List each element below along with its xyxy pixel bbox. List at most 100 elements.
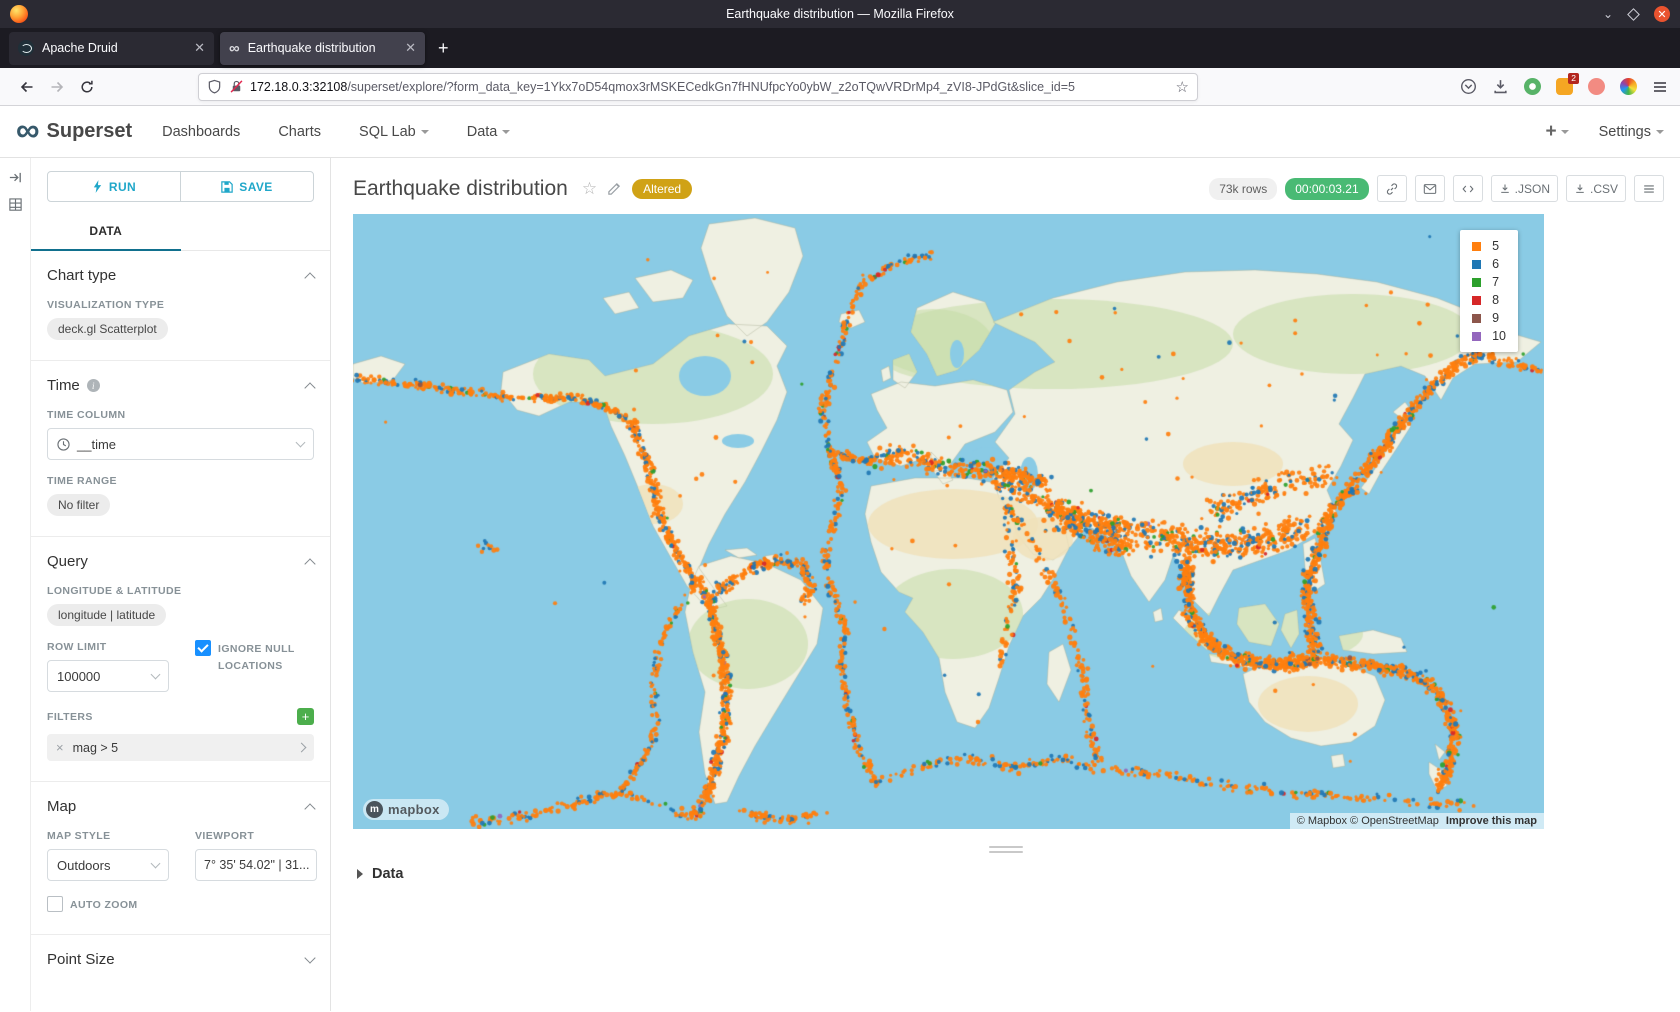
rows-count-badge: 73k rows [1209, 178, 1277, 200]
legend-item[interactable]: 8 [1472, 293, 1506, 307]
mapbox-logo[interactable]: mapbox [363, 799, 449, 820]
chevron-up-icon [304, 272, 315, 283]
superset-logo-icon: ∞ [16, 113, 40, 146]
export-csv-label: .CSV [1590, 182, 1618, 196]
legend-item[interactable]: 5 [1472, 239, 1506, 253]
auto-zoom-label: AUTO ZOOM [70, 897, 138, 914]
nav-item-sql-lab[interactable]: SQL Lab [359, 124, 429, 140]
save-button[interactable]: SAVE [180, 171, 314, 202]
ignore-null-checkbox[interactable] [195, 640, 211, 656]
browser-toolbar: 172.18.0.3:32108/superset/explore/?form_… [0, 68, 1680, 106]
superset-brand[interactable]: ∞ Superset [16, 117, 132, 146]
chart-menu-button[interactable] [1634, 175, 1664, 202]
nav-item-label: Charts [278, 124, 321, 140]
shield-icon[interactable] [207, 79, 222, 94]
export-csv-button[interactable]: .CSV [1566, 175, 1626, 202]
altered-badge[interactable]: Altered [632, 179, 692, 199]
add-filter-button[interactable] [297, 708, 314, 725]
section-title: Query [47, 553, 88, 570]
remove-filter-icon[interactable] [56, 740, 64, 755]
viewport-value[interactable]: 7° 35' 54.02" | 31... [195, 849, 317, 881]
tab-close-icon[interactable]: ✕ [405, 40, 416, 56]
url-text[interactable]: 172.18.0.3:32108/superset/explore/?form_… [250, 80, 1170, 94]
edit-properties-icon[interactable] [607, 181, 622, 196]
map-style-select[interactable]: Outdoors [47, 849, 169, 881]
resize-drag-handle[interactable] [989, 846, 1023, 853]
extension-badge: 2 [1568, 73, 1579, 84]
share-link-button[interactable] [1377, 175, 1407, 202]
legend-item[interactable]: 9 [1472, 311, 1506, 325]
back-button[interactable] [12, 73, 42, 101]
run-button[interactable]: RUN [47, 171, 181, 202]
dataset-grid-icon[interactable] [8, 197, 23, 212]
pocket-icon[interactable] [1460, 78, 1477, 95]
tab-close-icon[interactable]: ✕ [194, 40, 205, 56]
auto-zoom-row[interactable]: AUTO ZOOM [47, 896, 314, 914]
browser-tab-druid[interactable]: Apache Druid ✕ [9, 32, 214, 65]
extension-icon-pinwheel[interactable] [1620, 78, 1637, 95]
row-limit-select[interactable]: 100000 [47, 660, 169, 692]
improve-map-link[interactable]: Improve this map [1446, 815, 1537, 827]
insecure-lock-icon[interactable] [229, 79, 244, 94]
time-column-select[interactable]: __time [47, 428, 314, 460]
settings-menu[interactable]: Settings [1599, 124, 1664, 140]
email-button[interactable] [1415, 175, 1445, 202]
extension-icon-pink[interactable] [1588, 78, 1605, 95]
filter-item[interactable]: mag > 5 [47, 734, 314, 761]
expand-caret-icon [357, 869, 363, 879]
ignore-null-checkbox-row[interactable]: IGNORE NULL LOCATIONS [195, 640, 314, 675]
panel-tabs: DATA [31, 215, 330, 251]
new-tab-button[interactable]: + [438, 38, 449, 59]
legend-item[interactable]: 10 [1472, 329, 1506, 343]
viz-type-value[interactable]: deck.gl Scatterplot [47, 318, 168, 340]
bookmark-star-icon[interactable]: ☆ [1176, 78, 1189, 96]
map-style-value: Outdoors [57, 858, 110, 873]
data-panel-collapsed[interactable]: Data [331, 853, 1680, 882]
map-legend: 5 6 7 8 9 10 [1460, 230, 1518, 352]
legend-label: 10 [1492, 329, 1506, 343]
extension-icon-orange[interactable]: 2 [1556, 78, 1573, 95]
chart-main: Earthquake distribution Altered 73k rows… [331, 158, 1680, 1011]
chevron-down-icon [151, 859, 161, 869]
deckgl-scatter-map[interactable]: 5678910 mapbox © Mapbox © OpenStreetMap … [353, 214, 1544, 829]
section-header[interactable]: Point Size [47, 951, 314, 968]
browser-tab-earthquake[interactable]: ∞ Earthquake distribution ✕ [220, 32, 425, 65]
section-header[interactable]: Map [47, 798, 314, 815]
nav-item-data[interactable]: Data [467, 124, 511, 140]
embed-code-button[interactable] [1453, 175, 1483, 202]
filter-value: mag > 5 [73, 741, 119, 755]
window-close-icon[interactable]: ✕ [1654, 6, 1670, 22]
window-minimize-icon[interactable]: ⌄ [1603, 8, 1613, 20]
legend-item[interactable]: 6 [1472, 257, 1506, 271]
mapbox-icon [366, 801, 383, 818]
reload-button[interactable] [72, 73, 102, 101]
map-canvas[interactable] [353, 214, 1544, 829]
downloads-icon[interactable] [1492, 78, 1509, 95]
export-json-button[interactable]: .JSON [1491, 175, 1558, 202]
time-range-value[interactable]: No filter [47, 494, 110, 516]
window-maximize-icon[interactable] [1627, 8, 1640, 21]
favorite-star-icon[interactable] [582, 179, 597, 199]
row-limit-value: 100000 [57, 669, 100, 684]
lonlat-value[interactable]: longitude | latitude [47, 604, 166, 626]
extension-icon-green[interactable] [1524, 78, 1541, 95]
dataset-icon-strip [0, 158, 31, 1011]
section-header[interactable]: Chart type [47, 267, 314, 284]
menu-hamburger-icon[interactable] [1652, 79, 1668, 95]
section-query: Query LONGITUDE & LATITUDE longitude | l… [31, 537, 330, 782]
tab-data[interactable]: DATA [31, 215, 181, 250]
section-header[interactable]: Query [47, 553, 314, 570]
viz-type-label: VISUALIZATION TYPE [47, 299, 314, 311]
auto-zoom-checkbox[interactable] [47, 896, 63, 912]
chart-header: Earthquake distribution Altered 73k rows… [331, 158, 1680, 212]
section-title: Point Size [47, 951, 115, 968]
forward-button[interactable] [42, 73, 72, 101]
add-new-button[interactable]: + [1545, 121, 1568, 143]
nav-item-dashboards[interactable]: Dashboards [162, 124, 240, 140]
collapse-panel-icon[interactable] [8, 170, 23, 185]
legend-item[interactable]: 7 [1472, 275, 1506, 289]
nav-item-charts[interactable]: Charts [278, 124, 321, 140]
section-title: Chart type [47, 267, 116, 284]
section-header[interactable]: Time [47, 377, 314, 394]
url-bar[interactable]: 172.18.0.3:32108/superset/explore/?form_… [198, 73, 1198, 101]
